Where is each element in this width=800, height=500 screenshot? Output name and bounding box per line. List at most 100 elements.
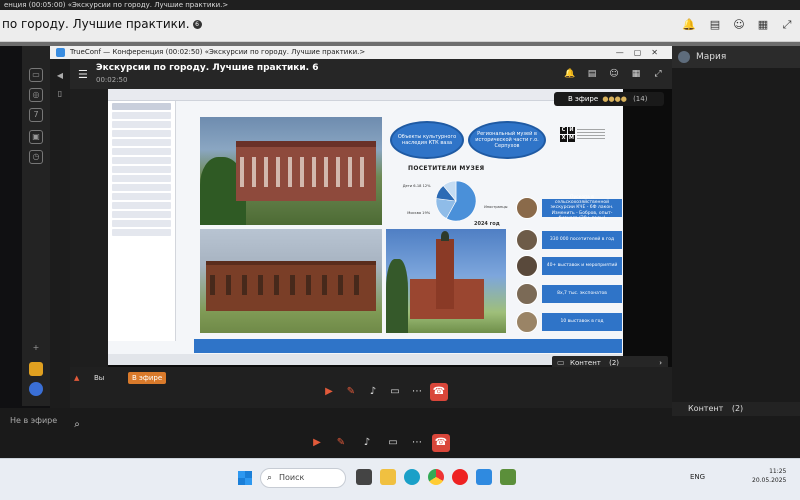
fullscreen-icon[interactable]: ⤢ [652,68,664,80]
church-photo [386,229,506,333]
stat-label: 8x,7 тыс. экспонатов [542,285,622,303]
search-icon[interactable]: ⌕ [68,416,86,434]
self-label: Вы [94,374,105,382]
taskbar-search[interactable]: Поиск [260,468,346,488]
inner-leftnav: ◀ ▯ [50,59,70,410]
camera-toggle-icon[interactable]: ▶ [308,434,326,452]
conference-title: Экскурсии по городу. Лучшие практики. 6 [96,63,319,73]
trueconf-icon[interactable] [476,469,492,485]
manor-photo [200,117,382,225]
tray-lang[interactable]: ENG [690,473,705,481]
camera-off-icon: ▲ [74,374,80,382]
visitors-title: ПОСЕТИТЕЛИ МУЗЕЯ [408,165,485,172]
outer-conference-title: по городу. Лучшие практики. 6 [2,17,202,31]
slide-app-toolbar [108,89,623,101]
taskbar-clock[interactable]: 11:25 20.05.2025 [752,467,786,485]
year-label: 2024 год [474,221,500,227]
slide-left-panel [108,101,176,341]
status-dot-icon: 6 [192,20,202,29]
outer-header: по городу. Лучшие практики. 6 🔔 ▤ ☺ ▦ ⤢ [0,10,800,42]
file-icon[interactable]: ▯ [55,89,65,99]
profile-icon[interactable] [29,382,43,396]
slide-bottom-strip [108,354,623,365]
file-explorer-icon[interactable] [380,469,396,485]
add-icon[interactable]: + [29,342,43,356]
stat-row: 40+ выставок и мероприятий [516,255,622,277]
stat-label: 40+ выставок и мероприятий [542,257,622,275]
app-icon[interactable] [500,469,516,485]
conference-toolbar: ☰ Экскурсии по городу. Лучшие практики. … [70,59,672,89]
inner-titlebar: TrueConf — Конференция (00:02:50) «Экску… [50,46,672,59]
user-entry[interactable]: Мария [672,46,800,68]
chat-icon[interactable]: ▤ [708,18,722,32]
outer-right-panel: ◉ Мария [672,46,800,408]
user-name: Мария [696,52,727,62]
self-view[interactable]: ▲ Вы В эфире [70,371,170,385]
stat-row: 10 выставок в год [516,311,622,333]
inner-control-bar: ▲ Вы В эфире ▶ ✎ ♪ ▭ ⋯ ☎ [70,367,672,410]
edge-icon[interactable] [404,469,420,485]
pie-slice-label: Иностранцы 58% [484,205,508,209]
grid-layout-icon[interactable]: ▦ [756,18,770,32]
speaker-icon[interactable]: ♪ [364,383,382,401]
stat-row: Пускопа в сельскохозяйственной экскурсии… [516,195,622,221]
live-label: В эфире [568,95,599,103]
stat-row: 330 000 посетителей в год [516,229,622,251]
fullscreen-icon[interactable]: ⤢ [780,18,794,32]
history-nav-icon[interactable]: ◷ [29,150,43,164]
mic-toggle-icon[interactable]: ✎ [342,383,360,401]
stat-row: 8x,7 тыс. экспонатов [516,283,622,305]
conference-nav-icon[interactable]: ▣ [29,130,43,144]
share-screen-icon[interactable]: ▭ [386,383,404,401]
camera-toggle-icon[interactable]: ▶ [320,383,338,401]
conference-dot-icon: 6 [312,63,319,73]
chrome-icon[interactable] [428,469,444,485]
live-participants-avatars: ●●●● [602,95,627,103]
calendar-nav-icon[interactable]: 7 [29,108,43,122]
contacts-nav-icon[interactable]: ◎ [29,88,43,102]
chat-icon[interactable]: ▤ [586,68,598,80]
chat-nav-icon[interactable]: ▭ [29,68,43,82]
stat-label: Пускопа в сельскохозяйственной экскурсии… [542,195,622,221]
window-controls[interactable]: —▢✕ [616,46,668,59]
pie-slice-label: Москва 19% [407,211,430,215]
stat-label: 330 000 посетителей в год [542,231,622,249]
elapsed-time: 00:02:50 [96,76,128,84]
menu-icon[interactable]: ☰ [78,68,88,81]
windows-start-icon[interactable] [238,471,252,485]
live-count: (14) [633,95,648,103]
more-icon[interactable]: ⋯ [408,383,426,401]
live-badge[interactable]: В эфире ●●●● (14) [554,92,664,106]
trueconf-app-icon [56,48,65,57]
pie-slice-label: Дети 6-18 12% [403,184,431,188]
mic-toggle-icon[interactable]: ✎ [332,434,350,452]
self-status-badge: В эфире [128,372,167,384]
outer-content-chip[interactable]: Контент (2) [672,402,800,416]
inner-window-title: TrueConf — Конференция (00:02:50) «Экску… [70,48,366,56]
share-screen-icon[interactable]: ▭ [384,434,402,452]
heritage-objects-bubble: Объекты культурного наследия КТК ваза [390,121,464,159]
participants-icon[interactable]: ☺ [608,68,620,80]
outer-sidebar: ▭ ◎ 7 ▣ ◷ + [22,46,50,406]
bell-icon[interactable]: 🔔 [564,68,576,80]
not-in-air-label: Не в эфире [10,416,58,425]
app-logo-icon[interactable] [29,362,43,376]
outer-titlebar: енция (00:05:00) «Экскурсии по городу. Л… [0,0,800,10]
end-call-button[interactable]: ☎ [430,383,448,401]
more-icon[interactable]: ⋯ [408,434,426,452]
avatar [678,51,690,63]
task-view-icon[interactable] [356,469,372,485]
back-arrow-icon[interactable]: ◀ [55,71,65,81]
barn-photo [200,229,382,333]
participants-icon[interactable]: ☺ [732,18,746,32]
yandex-icon[interactable] [452,469,468,485]
museum-logo: С И Х М [560,127,605,143]
windows-taskbar: Поиск ENG 11:25 20.05.2025 [0,458,800,500]
regional-museum-bubble: Региональный музей в исторической части … [468,121,546,159]
presentation-slide: Объекты культурного наследия КТК ваза Ре… [108,89,623,365]
speaker-icon[interactable]: ♪ [358,434,376,452]
bell-icon[interactable]: 🔔 [682,18,696,32]
end-call-button[interactable]: ☎ [432,434,450,452]
visitors-pie-chart: Иностранцы 58%Москва 19%Дети 6-18 12%Про… [403,180,508,222]
grid-layout-icon[interactable]: ▦ [630,68,642,80]
